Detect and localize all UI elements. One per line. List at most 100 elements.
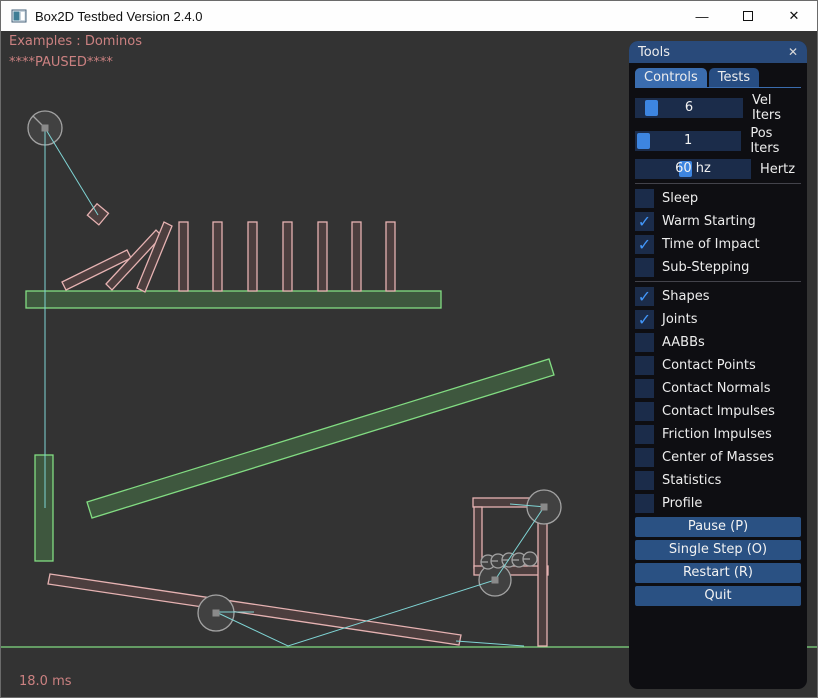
upright-domino-6 [352,222,361,291]
checkbox-box[interactable] [635,356,654,375]
slider-value: 60 hz [635,159,751,179]
checkbox-box[interactable] [635,189,654,208]
checkbox-sub-stepping[interactable]: Sub-Stepping [635,258,801,277]
slider-label: Pos Iters [750,126,801,156]
check-icon: ✓ [635,287,654,306]
separator [635,281,801,282]
checkbox-label: Center of Masses [662,450,774,465]
button-pause-p[interactable]: Pause (P) [635,517,801,537]
maximize-icon [743,11,753,21]
frame-time-label: 18.0 ms [19,674,72,689]
slider-value: 1 [635,131,741,151]
checkbox-aabbs[interactable]: AABBs [635,333,801,352]
checkbox-statistics[interactable]: Statistics [635,471,801,490]
anchor-pendulum [42,125,49,132]
checkbox-center-of-masses[interactable]: Center of Masses [635,448,801,467]
domino-platform [26,291,441,308]
checkbox-box[interactable]: ✓ [635,310,654,329]
example-label: Examples : Dominos [9,34,142,49]
button-quit[interactable]: Quit [635,586,801,606]
upright-domino-3 [248,222,257,291]
app-icon [11,8,27,24]
checkbox-friction-impulses[interactable]: Friction Impulses [635,425,801,444]
checkbox-box[interactable]: ✓ [635,287,654,306]
tools-panel-titlebar[interactable]: Tools ✕ [629,41,807,63]
slider-row-vel-iters: 6 Vel Iters [635,93,801,123]
slider-hertz[interactable]: 60 hz [635,159,751,179]
tab-tests[interactable]: Tests [709,68,759,87]
checkbox-contact-impulses[interactable]: Contact Impulses [635,402,801,421]
checkbox-warm-starting[interactable]: ✓ Warm Starting [635,212,801,231]
slider-row-pos-iters: 1 Pos Iters [635,126,801,156]
checkbox-box[interactable] [635,448,654,467]
checkbox-contact-normals[interactable]: Contact Normals [635,379,801,398]
slider-row-hertz: 60 hz Hertz [635,159,801,179]
tab-bar: ControlsTests [635,68,801,88]
anchor-plank-pivot [213,610,220,617]
checkbox-box[interactable] [635,402,654,421]
tools-panel: Tools ✕ ControlsTests 6 Vel Iters 1 Pos Ite… [629,41,807,689]
anchor-table-lower [492,577,499,584]
slider-vel-iters[interactable]: 6 [635,98,743,118]
paused-label: ****PAUSED**** [9,55,113,70]
slider-pos-iters[interactable]: 1 [635,131,741,151]
maximize-button[interactable] [725,1,771,31]
checkbox-box[interactable] [635,425,654,444]
check-icon: ✓ [635,235,654,254]
checkbox-box[interactable]: ✓ [635,212,654,231]
anchor-table-upper [541,504,548,511]
upright-domino-4 [283,222,292,291]
tab-controls[interactable]: Controls [635,68,707,87]
checkbox-label: Contact Points [662,358,756,373]
checkbox-profile[interactable]: Profile [635,494,801,513]
check-icon: ✓ [635,310,654,329]
checkbox-box[interactable] [635,379,654,398]
ramp [87,359,554,518]
check-icon: ✓ [635,212,654,231]
slider-label: Hertz [760,162,795,177]
upright-domino-1 [179,222,188,291]
checkbox-label: Warm Starting [662,214,756,229]
checkbox-label: Statistics [662,473,721,488]
checkbox-label: Contact Impulses [662,404,775,419]
button-single-step-o[interactable]: Single Step (O) [635,540,801,560]
checkbox-sleep[interactable]: Sleep [635,189,801,208]
minimize-button[interactable]: — [679,1,725,31]
checkbox-label: Sleep [662,191,698,206]
checkbox-label: Joints [662,312,698,327]
tools-panel-title: Tools [638,45,670,60]
checkbox-label: Friction Impulses [662,427,772,442]
slider-label: Vel Iters [752,93,801,123]
checkbox-joints[interactable]: ✓ Joints [635,310,801,329]
upright-domino-7 [386,222,395,291]
app-window: Box2D Testbed Version 2.4.0 — ✕ Examples… [0,0,818,698]
vertical-column [35,455,53,561]
table-right-leg [538,507,547,646]
checkbox-box[interactable]: ✓ [635,235,654,254]
os-titlebar: Box2D Testbed Version 2.4.0 — ✕ [1,1,817,31]
checkbox-label: Sub-Stepping [662,260,749,275]
window-title: Box2D Testbed Version 2.4.0 [35,9,202,24]
table-left-leg [474,507,482,568]
checkbox-label: Contact Normals [662,381,771,396]
checkbox-label: Shapes [662,289,709,304]
upright-domino-2 [213,222,222,291]
checkbox-contact-points[interactable]: Contact Points [635,356,801,375]
close-button[interactable]: ✕ [771,1,817,31]
checkbox-box[interactable] [635,258,654,277]
slider-value: 6 [635,98,743,118]
checkbox-label: AABBs [662,335,705,350]
checkbox-box[interactable] [635,494,654,513]
checkbox-label: Time of Impact [662,237,760,252]
separator [635,183,801,184]
checkbox-label: Profile [662,496,702,511]
checkbox-time-of-impact[interactable]: ✓ Time of Impact [635,235,801,254]
upright-domino-5 [318,222,327,291]
pendulum-arm-joint [45,128,98,215]
seesaw-plank [48,574,461,645]
checkbox-shapes[interactable]: ✓ Shapes [635,287,801,306]
checkbox-box[interactable] [635,333,654,352]
panel-close-icon[interactable]: ✕ [788,46,798,58]
button-restart-r[interactable]: Restart (R) [635,563,801,583]
checkbox-box[interactable] [635,471,654,490]
